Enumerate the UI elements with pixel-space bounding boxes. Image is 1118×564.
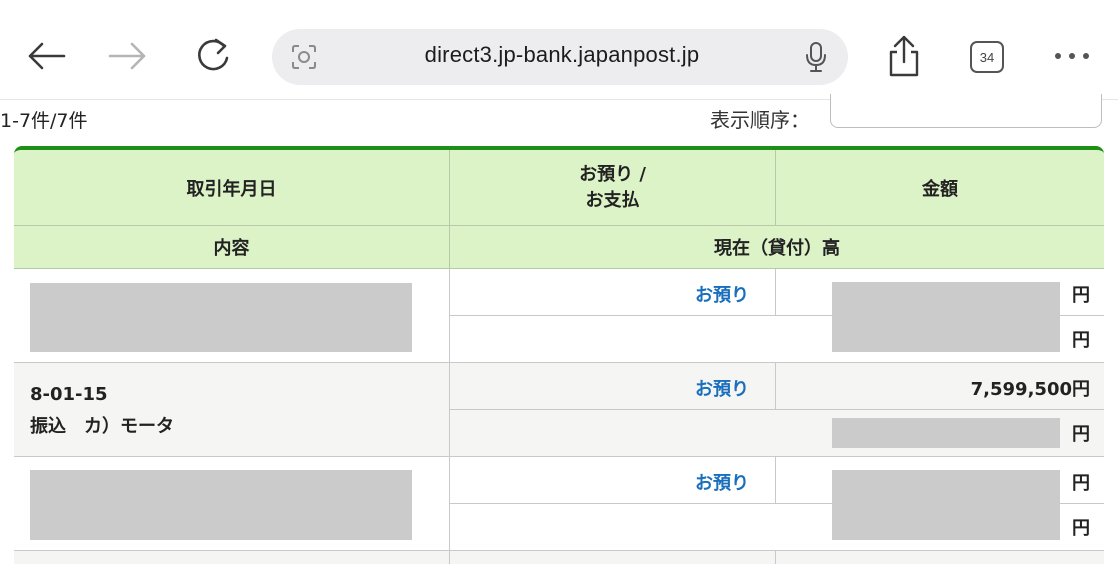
header-type: お預り / お支払 [450, 150, 776, 226]
redacted-block [832, 470, 1060, 540]
sort-order-select[interactable] [830, 94, 1102, 128]
microphone-icon [806, 42, 826, 72]
row2-amount: 7,599,500円 [776, 363, 1104, 410]
page-settings-button[interactable] [286, 39, 322, 75]
reload-button[interactable] [190, 32, 238, 80]
header-content: 内容 [14, 226, 450, 269]
header-amount: 金額 [776, 150, 1104, 226]
url-text: direct3.jp-bank.japanpost.jp [424, 42, 700, 67]
row1-blank [450, 316, 776, 363]
share-icon [889, 35, 919, 77]
result-count: 1-7件/7件 [0, 110, 88, 132]
row4-type-cell [450, 551, 776, 564]
tabs-button[interactable]: 34 [970, 41, 1004, 73]
forward-button[interactable] [104, 32, 152, 80]
arrow-left-icon [28, 42, 66, 70]
header-date: 取引年月日 [14, 150, 450, 226]
header-balance: 現在（貸付）高 [450, 226, 1104, 269]
row3-blank [450, 504, 776, 551]
sort-order-label: 表示順序： [710, 108, 810, 132]
header-type-line2: お支払 [585, 189, 640, 211]
row4-amount-cell [776, 551, 1104, 564]
more-dots-icon [1055, 53, 1089, 59]
redacted-block [30, 283, 412, 352]
redacted-block [832, 418, 1060, 448]
redacted-block [832, 282, 1060, 352]
row2-date: 8-01-15 [30, 384, 108, 405]
row3-type: お預り [450, 457, 776, 504]
voice-search-button[interactable] [798, 39, 834, 75]
back-button[interactable] [22, 32, 70, 80]
row4-detail-cell [14, 551, 450, 564]
row2-detail-cell [14, 363, 450, 457]
row2-description: 振込 カ）モータ [30, 416, 174, 437]
row2-type: お預り [450, 363, 776, 410]
redacted-block [30, 470, 412, 540]
row1-type: お預り [450, 269, 776, 316]
address-bar[interactable]: direct3.jp-bank.japanpost.jp [272, 29, 848, 85]
arrow-right-icon [108, 42, 146, 70]
header-type-line1: お預り / [579, 163, 646, 185]
share-button[interactable] [880, 32, 928, 80]
more-menu-button[interactable] [1048, 32, 1096, 80]
browser-toolbar: direct3.jp-bank.japanpost.jp 34 [0, 0, 1118, 100]
screen-lens-icon [292, 45, 316, 69]
row2-blank [450, 410, 776, 457]
reload-icon [198, 38, 229, 71]
transaction-table: 取引年月日 お預り / お支払 金額 内容 現在（貸付）高 お預り 円 円 8-… [14, 146, 1104, 564]
